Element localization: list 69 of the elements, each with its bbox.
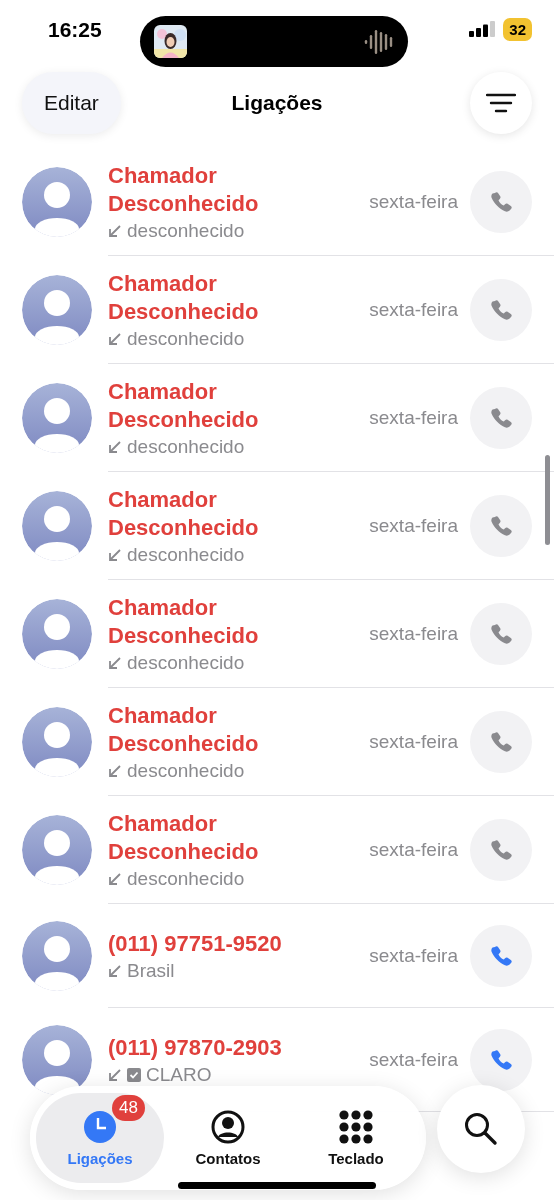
- call-date: sexta-feira: [369, 944, 458, 967]
- incoming-arrow-icon: [108, 439, 122, 454]
- signal-icon: [469, 21, 496, 37]
- waveform-icon: [364, 27, 394, 56]
- incoming-arrow-icon: [108, 871, 122, 886]
- avatar-icon: [22, 599, 92, 669]
- call-detail: desconhecido: [127, 543, 245, 566]
- caller-name: (011) 97751-9520: [108, 929, 283, 958]
- caller-name: Chamador Desconhecido: [108, 161, 260, 218]
- call-detail: desconhecido: [127, 759, 245, 782]
- incoming-arrow-icon: [108, 223, 122, 238]
- missed-calls-badge: 48: [112, 1095, 145, 1121]
- call-date: sexta-feira: [369, 406, 458, 429]
- avatar-icon: [22, 707, 92, 777]
- phone-icon: [489, 297, 513, 322]
- incoming-arrow-icon: [108, 763, 122, 778]
- phone-icon: [489, 837, 513, 862]
- phone-icon: [489, 729, 513, 754]
- call-detail: desconhecido: [127, 219, 245, 242]
- phone-icon: [489, 189, 513, 214]
- battery-level: 32: [503, 17, 532, 41]
- menu-icon: [486, 93, 516, 113]
- avatar-icon: [22, 921, 92, 991]
- phone-icon: [489, 405, 513, 430]
- call-date: sexta-feira: [369, 838, 458, 861]
- avatar-icon: [22, 167, 92, 237]
- tab[interactable]: Teclado: [292, 1093, 420, 1183]
- screen-title: Ligações: [231, 91, 323, 115]
- call-detail: Brasil: [127, 959, 175, 982]
- caller-name: Chamador Desconhecido: [108, 593, 260, 650]
- tab[interactable]: Contatos: [164, 1093, 292, 1183]
- keypad-icon: [339, 1109, 373, 1144]
- call-date: sexta-feira: [369, 190, 458, 213]
- phone-icon: [489, 943, 513, 968]
- edit-button[interactable]: Editar: [22, 72, 121, 134]
- avatar-icon: [22, 815, 92, 885]
- call-date: sexta-feira: [369, 1048, 458, 1071]
- incoming-arrow-icon: [108, 331, 122, 346]
- status-time: 16:25: [48, 17, 102, 42]
- call-date: sexta-feira: [369, 514, 458, 537]
- call-detail: desconhecido: [127, 867, 245, 890]
- call-detail: desconhecido: [127, 651, 245, 674]
- call-date: sexta-feira: [369, 730, 458, 753]
- call-detail: desconhecido: [127, 435, 245, 458]
- call-detail: CLARO: [146, 1063, 212, 1086]
- tab[interactable]: Ligações 48: [36, 1093, 164, 1183]
- caller-name: Chamador Desconhecido: [108, 485, 260, 542]
- phone-icon: [489, 513, 513, 538]
- call-date: sexta-feira: [369, 622, 458, 645]
- call-date: sexta-feira: [369, 298, 458, 321]
- caller-name: (011) 97870-2903: [108, 1033, 283, 1062]
- avatar-icon: [22, 275, 92, 345]
- caller-name: Chamador Desconhecido: [108, 377, 260, 434]
- incoming-arrow-icon: [108, 963, 122, 978]
- phone-icon: [489, 621, 513, 646]
- caller-name: Chamador Desconhecido: [108, 269, 260, 326]
- caller-name: Chamador Desconhecido: [108, 701, 260, 758]
- person-icon: [211, 1109, 245, 1144]
- incoming-arrow-icon: [108, 655, 122, 670]
- caller-name: Chamador Desconhecido: [108, 809, 260, 866]
- clock-icon: [83, 1109, 117, 1144]
- filter-button[interactable]: [470, 72, 532, 134]
- incoming-arrow-icon: [108, 1067, 122, 1082]
- avatar-icon: [22, 383, 92, 453]
- incoming-arrow-icon: [108, 547, 122, 562]
- avatar-icon: [22, 491, 92, 561]
- phone-icon: [489, 1047, 513, 1072]
- search-icon: [463, 1111, 499, 1147]
- call-detail: desconhecido: [127, 327, 245, 350]
